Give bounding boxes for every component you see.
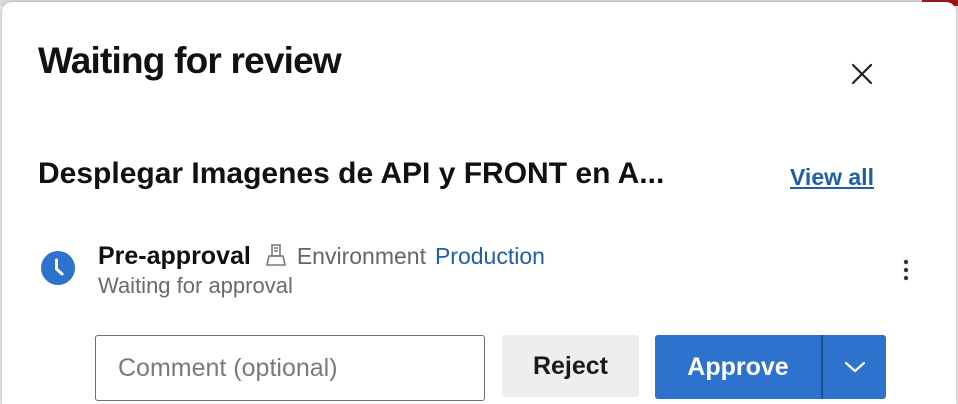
comment-input[interactable]	[95, 335, 485, 401]
stage-name: Desplegar Imagenes de API y FRONT en A..…	[38, 157, 665, 190]
more-options-icon	[903, 259, 909, 281]
approve-dropdown-button[interactable]	[823, 335, 886, 399]
clock-icon	[41, 251, 75, 285]
approve-split-button: Approve	[655, 335, 886, 399]
review-dialog: Waiting for review Desplegar Imagenes de…	[2, 2, 956, 404]
environment-link[interactable]: Production	[435, 243, 545, 270]
chevron-down-icon	[844, 361, 865, 373]
dialog-title: Waiting for review	[38, 40, 342, 81]
close-button[interactable]	[844, 56, 880, 92]
reject-button[interactable]: Reject	[502, 335, 639, 397]
check-name: Pre-approval	[98, 242, 251, 270]
close-icon	[851, 63, 873, 85]
environment-label: Environment	[296, 243, 426, 269]
check-header: Pre-approval Environment Production	[98, 240, 545, 271]
environment-icon	[266, 244, 286, 266]
check-status-text: Waiting for approval	[98, 273, 293, 298]
view-all-link[interactable]: View all	[790, 164, 874, 191]
more-options-button[interactable]	[892, 254, 920, 286]
approve-button[interactable]: Approve	[655, 335, 821, 399]
